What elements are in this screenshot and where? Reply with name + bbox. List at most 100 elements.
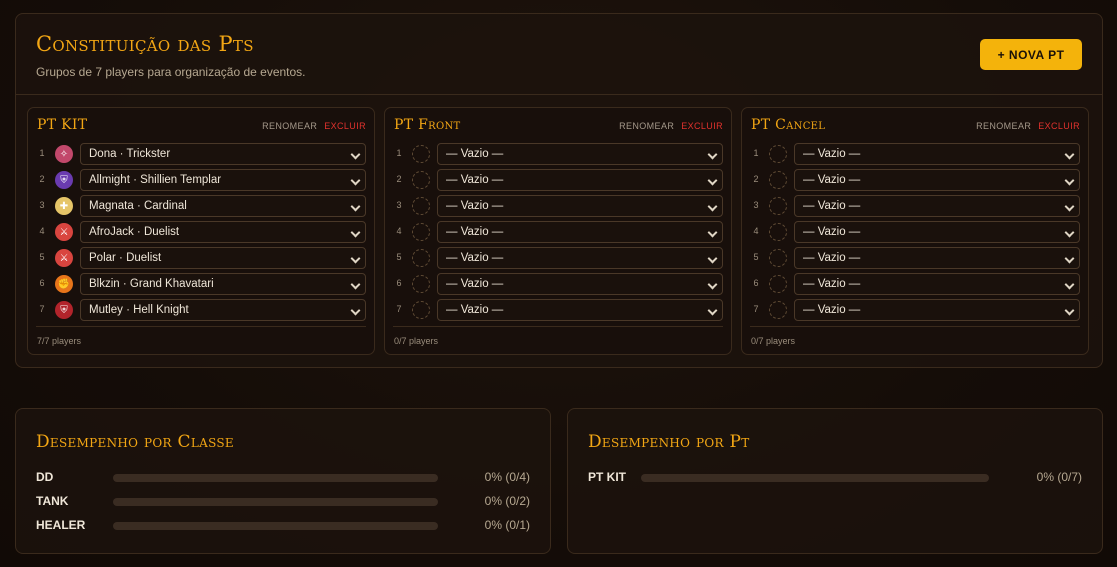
- delete-button[interactable]: EXCLUIR: [324, 121, 366, 131]
- player-select[interactable]: — Vazio —: [794, 143, 1080, 165]
- empty-slot-icon: [769, 301, 787, 319]
- class-performance-panel: Desempenho por Classe DD 0% (0/4) TANK 0…: [15, 408, 551, 554]
- player-select[interactable]: — Vazio —: [437, 299, 723, 321]
- player-select-value: — Vazio —: [803, 226, 861, 238]
- fist-icon: ✊: [55, 275, 73, 293]
- player-select[interactable]: Dona · Trickster: [80, 143, 366, 165]
- performance-row: TANK 0% (0/2): [36, 494, 530, 510]
- slot-number: 2: [753, 174, 759, 184]
- player-select[interactable]: — Vazio —: [437, 221, 723, 243]
- pt-slots: 1 — Vazio — 2 — Vazio — 3 — Vazio — 4 — …: [393, 143, 723, 325]
- performance-value: 0% (0/2): [484, 494, 530, 508]
- pt-performance-panel: Desempenho por Pt PT KIT 0% (0/7): [567, 408, 1103, 554]
- rename-button[interactable]: RENOMEAR: [262, 121, 317, 131]
- trickster-icon: ✧: [55, 145, 73, 163]
- pt-slot: 4 — Vazio —: [750, 221, 1080, 247]
- new-pt-button[interactable]: + NOVA PT: [980, 39, 1082, 70]
- empty-slot-icon: [769, 223, 787, 241]
- player-select[interactable]: — Vazio —: [437, 169, 723, 191]
- rename-button[interactable]: RENOMEAR: [619, 121, 674, 131]
- performance-row: PT KIT 0% (0/7): [588, 470, 1082, 486]
- player-select-value: — Vazio —: [803, 174, 861, 186]
- player-select[interactable]: Blkzin · Grand Khavatari: [80, 273, 366, 295]
- pt-actions: RENOMEAR EXCLUIR: [615, 121, 723, 131]
- player-select-value: — Vazio —: [803, 304, 861, 316]
- chevron-down-icon: [707, 305, 718, 316]
- rename-button[interactable]: RENOMEAR: [976, 121, 1031, 131]
- chevron-down-icon: [1064, 201, 1075, 212]
- chevron-down-icon: [350, 305, 361, 316]
- pt-slot: 2 ⛨ Allmight · Shillien Templar: [36, 169, 366, 195]
- empty-slot-icon: [412, 249, 430, 267]
- pt-slot: 6 — Vazio —: [393, 273, 723, 299]
- chevron-down-icon: [1064, 227, 1075, 238]
- pt-slots: 1 — Vazio — 2 — Vazio — 3 — Vazio — 4 — …: [750, 143, 1080, 325]
- player-select-value: — Vazio —: [803, 148, 861, 160]
- slot-number: 1: [753, 148, 759, 158]
- chevron-down-icon: [707, 149, 718, 160]
- slot-number: 3: [39, 200, 45, 210]
- player-select[interactable]: Magnata · Cardinal: [80, 195, 366, 217]
- slot-number: 6: [396, 278, 402, 288]
- pt-slot: 5 ⚔ Polar · Duelist: [36, 247, 366, 273]
- performance-value: 0% (0/7): [1036, 470, 1082, 484]
- empty-slot-icon: [769, 249, 787, 267]
- empty-slot-icon: [769, 145, 787, 163]
- player-select-value: — Vazio —: [446, 304, 504, 316]
- progress-bar: [113, 474, 438, 482]
- divider: [393, 326, 723, 327]
- pt-player-count: 7/7 players: [37, 336, 82, 346]
- empty-slot-icon: [769, 197, 787, 215]
- pt-slot: 1 ✧ Dona · Trickster: [36, 143, 366, 169]
- player-select[interactable]: — Vazio —: [794, 273, 1080, 295]
- chevron-down-icon: [1064, 253, 1075, 264]
- slot-number: 5: [39, 252, 45, 262]
- pt-slot: 5 — Vazio —: [393, 247, 723, 273]
- delete-button[interactable]: EXCLUIR: [681, 121, 723, 131]
- player-select[interactable]: AfroJack · Duelist: [80, 221, 366, 243]
- player-select[interactable]: — Vazio —: [794, 195, 1080, 217]
- player-select-value: Mutley · Hell Knight: [89, 304, 189, 316]
- player-select[interactable]: — Vazio —: [794, 169, 1080, 191]
- empty-slot-icon: [412, 223, 430, 241]
- pt-slot: 1 — Vazio —: [750, 143, 1080, 169]
- class-performance-title: Desempenho por Classe: [36, 432, 234, 452]
- slot-number: 3: [753, 200, 759, 210]
- player-select-value: — Vazio —: [803, 252, 861, 264]
- performance-row: HEALER 0% (0/1): [36, 518, 530, 534]
- chevron-down-icon: [1064, 279, 1075, 290]
- slot-number: 6: [39, 278, 45, 288]
- pt-player-count: 0/7 players: [394, 336, 439, 346]
- empty-slot-icon: [412, 171, 430, 189]
- performance-label: PT KIT: [588, 470, 626, 484]
- swords-icon: ⚔: [55, 249, 73, 267]
- empty-slot-icon: [769, 275, 787, 293]
- slot-number: 2: [39, 174, 45, 184]
- player-select[interactable]: Polar · Duelist: [80, 247, 366, 269]
- pt-slot: 4 — Vazio —: [393, 221, 723, 247]
- pt-card: PT KIT RENOMEAR EXCLUIR 1 ✧ Dona · Trick…: [27, 107, 375, 355]
- pt-slot: 7 ⛨ Mutley · Hell Knight: [36, 299, 366, 325]
- delete-button[interactable]: EXCLUIR: [1038, 121, 1080, 131]
- player-select[interactable]: — Vazio —: [794, 247, 1080, 269]
- player-select[interactable]: — Vazio —: [794, 221, 1080, 243]
- shield-icon: ⛨: [55, 301, 73, 319]
- player-select-value: Allmight · Shillien Templar: [89, 174, 222, 186]
- pt-slot: 3 — Vazio —: [393, 195, 723, 221]
- chevron-down-icon: [707, 201, 718, 212]
- performance-value: 0% (0/1): [484, 518, 530, 532]
- player-select[interactable]: — Vazio —: [437, 273, 723, 295]
- pt-slot: 6 — Vazio —: [750, 273, 1080, 299]
- pt-slot: 4 ⚔ AfroJack · Duelist: [36, 221, 366, 247]
- chevron-down-icon: [350, 175, 361, 186]
- player-select[interactable]: — Vazio —: [437, 143, 723, 165]
- player-select[interactable]: Allmight · Shillien Templar: [80, 169, 366, 191]
- slot-number: 1: [39, 148, 45, 158]
- player-select[interactable]: — Vazio —: [437, 247, 723, 269]
- player-select[interactable]: — Vazio —: [437, 195, 723, 217]
- slot-number: 5: [753, 252, 759, 262]
- slot-number: 3: [396, 200, 402, 210]
- player-select[interactable]: Mutley · Hell Knight: [80, 299, 366, 321]
- player-select[interactable]: — Vazio —: [794, 299, 1080, 321]
- player-select-value: — Vazio —: [446, 148, 504, 160]
